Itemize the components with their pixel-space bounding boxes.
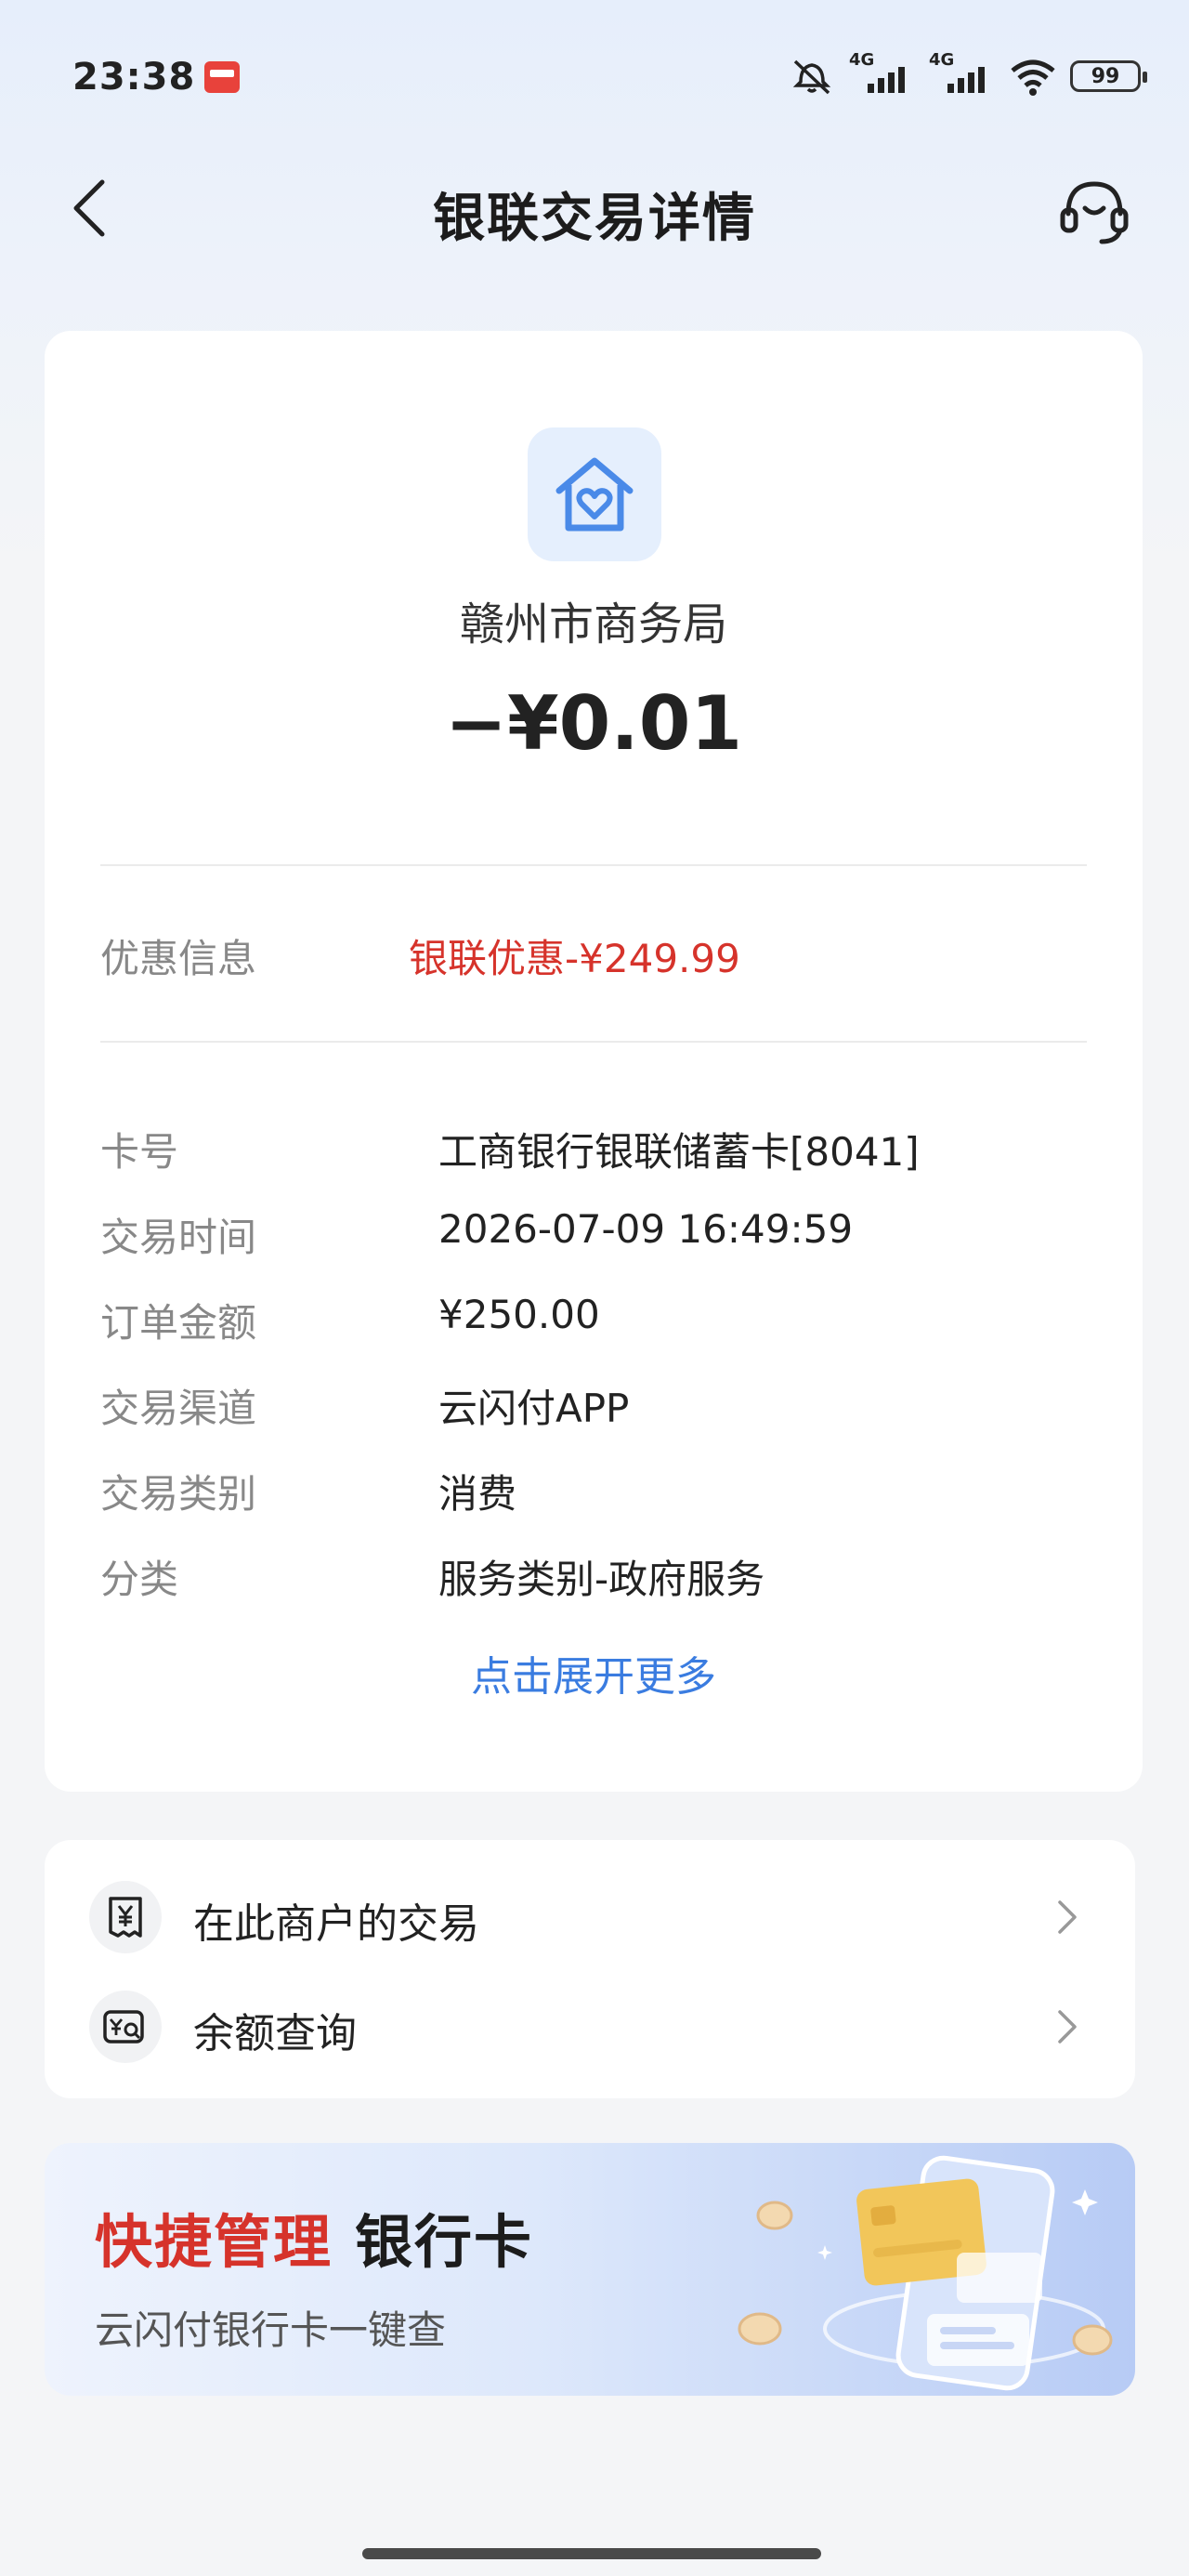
merchant-home-heart-icon bbox=[555, 457, 634, 532]
detail-row-order-amount: 订单金额 ¥250.00 bbox=[100, 1292, 1087, 1347]
banner-title-highlight: 快捷管理 bbox=[95, 2208, 333, 2276]
detail-row-type: 交易类别 消费 bbox=[100, 1463, 1087, 1518]
app-notification-icon bbox=[204, 61, 240, 93]
balance-query-link[interactable]: 余额查询 bbox=[45, 1976, 1135, 2078]
discount-value: 银联优惠-¥249.99 bbox=[409, 936, 740, 981]
banner-title: 快捷管理 银行卡 bbox=[95, 2195, 533, 2279]
balance-query-icon bbox=[89, 1991, 162, 2063]
transaction-card: 赣州市商务局 −¥0.01 优惠信息 银联优惠-¥249.99 卡号 工商银行银… bbox=[45, 331, 1143, 1792]
divider bbox=[100, 1041, 1087, 1043]
merchant-transactions-link[interactable]: 在此商户的交易 bbox=[45, 1866, 1135, 1968]
mute-icon bbox=[792, 59, 831, 95]
battery-level: 99 bbox=[1091, 64, 1120, 88]
detail-value: 2026-07-09 16:49:59 bbox=[438, 1206, 854, 1252]
detail-value: 服务类别-政府服务 bbox=[438, 1557, 765, 1602]
detail-label: 订单金额 bbox=[100, 1300, 257, 1346]
home-indicator[interactable] bbox=[362, 2548, 821, 2559]
transaction-amount: −¥0.01 bbox=[444, 680, 743, 767]
detail-value: 工商银行银联储蓄卡[8041] bbox=[438, 1129, 920, 1175]
signal-4g-2-icon: 4G bbox=[929, 50, 996, 99]
detail-label: 分类 bbox=[100, 1557, 179, 1602]
banner-title-main: 银行卡 bbox=[355, 2208, 534, 2276]
status-time: 23:38 bbox=[72, 56, 196, 99]
status-icons: 4G 4G 99 bbox=[788, 50, 1147, 99]
signal-4g-1-icon: 4G bbox=[849, 50, 916, 99]
detail-label: 卡号 bbox=[100, 1129, 179, 1175]
link-label: 在此商户的交易 bbox=[193, 1900, 479, 1948]
detail-row-card-number: 卡号 工商银行银联储蓄卡[8041] bbox=[100, 1121, 1087, 1176]
receipt-yen-icon bbox=[89, 1881, 162, 1953]
phone-bank-card-illustration bbox=[738, 2155, 1113, 2391]
links-card: 在此商户的交易 余额查询 bbox=[45, 1840, 1135, 2098]
detail-row-time: 交易时间 2026-07-09 16:49:59 bbox=[100, 1206, 1087, 1262]
link-label: 余额查询 bbox=[193, 2010, 357, 2057]
expand-more-link[interactable]: 点击展开更多 bbox=[45, 1643, 1143, 1702]
detail-row-category: 分类 服务类别-政府服务 bbox=[100, 1548, 1087, 1604]
customer-service-icon[interactable] bbox=[1055, 171, 1133, 249]
detail-value: 云闪付APP bbox=[438, 1386, 630, 1431]
bank-card-promo-banner[interactable]: 快捷管理 银行卡 云闪付银行卡一键查 bbox=[45, 2143, 1135, 2396]
merchant-name: 赣州市商务局 bbox=[459, 598, 727, 651]
discount-label: 优惠信息 bbox=[100, 936, 257, 981]
detail-value: 消费 bbox=[438, 1471, 517, 1517]
detail-row-channel: 交易渠道 云闪付APP bbox=[100, 1377, 1087, 1433]
detail-label: 交易渠道 bbox=[100, 1386, 257, 1431]
detail-label: 交易时间 bbox=[100, 1215, 257, 1260]
chevron-right-icon bbox=[1058, 2010, 1077, 2044]
status-bar: 23:38 4G 4G 99 bbox=[0, 0, 1189, 158]
wifi-icon bbox=[1011, 59, 1055, 96]
divider bbox=[100, 864, 1087, 866]
detail-value: ¥250.00 bbox=[438, 1292, 600, 1337]
banner-subtitle: 云闪付银行卡一键查 bbox=[95, 2307, 447, 2353]
page-title: 银联交易详情 bbox=[433, 189, 756, 249]
merchant-icon-container bbox=[528, 427, 661, 561]
chevron-right-icon bbox=[1058, 1900, 1077, 1934]
detail-label: 交易类别 bbox=[100, 1471, 257, 1517]
battery-icon: 99 bbox=[1070, 60, 1147, 92]
